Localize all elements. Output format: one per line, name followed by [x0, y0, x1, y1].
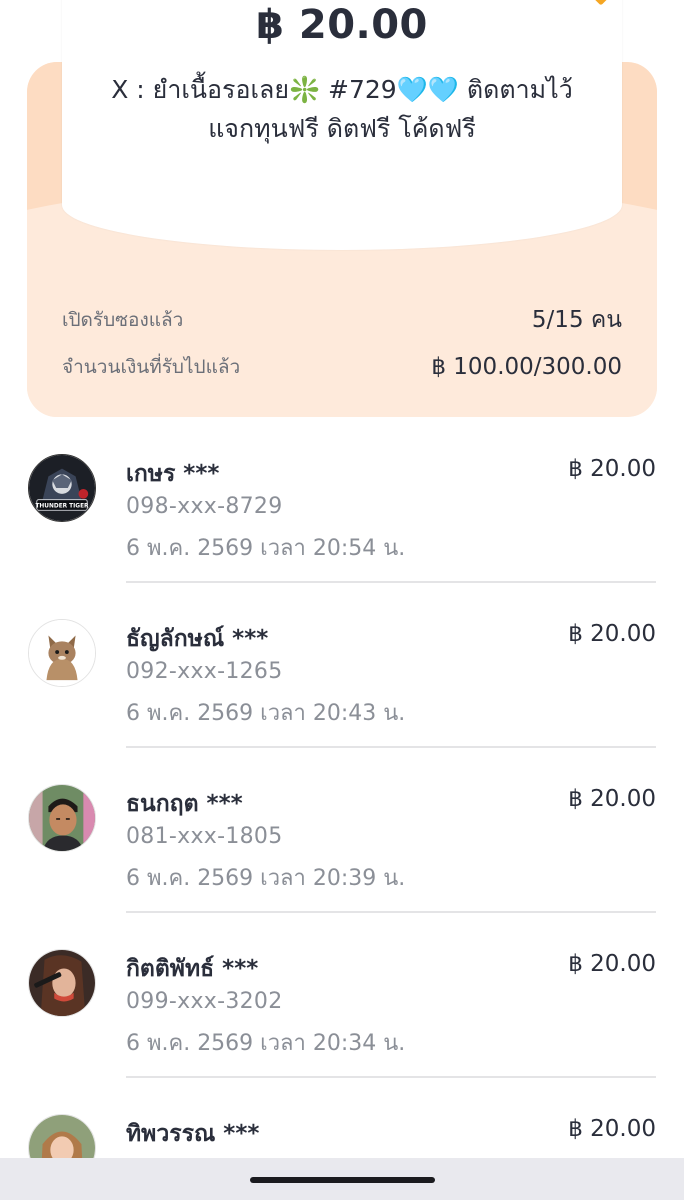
recipient-list: THUNDER TIGER เกษร *** 098-xxx-8729 6 พ.… — [0, 418, 684, 1200]
envelope-message-line1: X : ยำเนื้อรอเลย❇️ #729🩵🩵 ติดตามไว้ — [111, 75, 573, 104]
opened-count-value: 5/15 คน — [531, 307, 622, 333]
avatar: THUNDER TIGER — [28, 454, 96, 522]
avatar — [28, 949, 96, 1017]
bottom-bar — [0, 1158, 684, 1200]
envelope-card: ฿ 20.00 X : ยำเนื้อรอเลย❇️ #729🩵🩵 ติดตาม… — [62, 0, 622, 250]
recipient-row[interactable]: THUNDER TIGER เกษร *** 098-xxx-8729 6 พ.… — [0, 418, 684, 583]
recipient-phone: 098-xxx-8729 — [126, 494, 283, 519]
opened-count-label: เปิดรับซองแล้ว — [62, 309, 184, 331]
opened-count-row: เปิดรับซองแล้ว 5/15 คน — [62, 302, 622, 338]
received-amount-value: ฿ 100.00/300.00 — [431, 354, 622, 380]
received-amount-row: จำนวนเงินที่รับไปแล้ว ฿ 100.00/300.00 — [62, 352, 622, 382]
recipient-name: ธนกฤต *** — [126, 791, 243, 817]
envelope-message-line2: แจกทุนฟรี ดิตฟรี โค้ดฟรี — [208, 114, 476, 143]
recipient-name: เกษร *** — [126, 461, 220, 487]
envelope-amount: ฿ 20.00 — [256, 2, 428, 48]
recipient-amount: ฿ 20.00 — [568, 951, 656, 977]
recipient-time: 6 พ.ค. 2569 เวลา 20:34 น. — [126, 1031, 406, 1056]
recipient-name: ธัญลักษณ์ *** — [126, 626, 269, 652]
thunder-tiger-logo-icon: THUNDER TIGER — [29, 455, 95, 521]
recipient-time: 6 พ.ค. 2569 เวลา 20:54 น. — [126, 536, 406, 561]
recipient-phone: 092-xxx-1265 — [126, 659, 283, 684]
recipient-row[interactable]: ธนกฤต *** 081-xxx-1805 6 พ.ค. 2569 เวลา … — [0, 748, 684, 913]
recipient-amount: ฿ 20.00 — [568, 621, 656, 647]
recipient-amount: ฿ 20.00 — [568, 1116, 656, 1142]
cat-photo-icon — [29, 620, 95, 686]
recipient-time: 6 พ.ค. 2569 เวลา 20:39 น. — [126, 866, 406, 891]
envelope-message: X : ยำเนื้อรอเลย❇️ #729🩵🩵 ติดตามไว้ แจกท… — [82, 70, 602, 148]
recipient-row[interactable]: ธัญลักษณ์ *** 092-xxx-1265 6 พ.ค. 2569 เ… — [0, 583, 684, 748]
avatar — [28, 784, 96, 852]
recipient-time: 6 พ.ค. 2569 เวลา 20:43 น. — [126, 701, 406, 726]
person-photo-icon — [29, 950, 95, 1016]
recipient-row[interactable]: กิตติพัทธ์ *** 099-xxx-3202 6 พ.ค. 2569 … — [0, 913, 684, 1078]
recipient-amount: ฿ 20.00 — [568, 456, 656, 482]
home-indicator[interactable] — [250, 1177, 435, 1183]
svg-text:THUNDER TIGER: THUNDER TIGER — [35, 503, 89, 509]
received-amount-label: จำนวนเงินที่รับไปแล้ว — [62, 356, 241, 378]
avatar — [28, 619, 96, 687]
recipient-phone: 081-xxx-1805 — [126, 824, 283, 849]
recipient-phone: 099-xxx-3202 — [126, 989, 283, 1014]
recipient-amount: ฿ 20.00 — [568, 786, 656, 812]
person-photo-icon — [29, 785, 95, 851]
recipient-name: กิตติพัทธ์ *** — [126, 956, 259, 982]
recipient-name: ทิพวรรณ *** — [126, 1121, 260, 1147]
